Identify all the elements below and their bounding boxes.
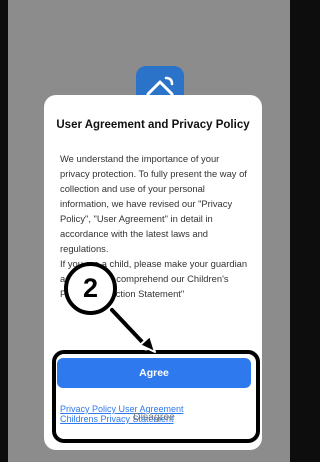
- dialog-body-paragraph-1: We understand the importance of your pri…: [60, 153, 247, 254]
- disagree-button[interactable]: Disagree: [57, 402, 251, 432]
- dialog-title: User Agreement and Privacy Policy: [56, 119, 250, 131]
- step-number-badge: 2: [64, 262, 117, 315]
- agree-button[interactable]: Agree: [57, 358, 251, 388]
